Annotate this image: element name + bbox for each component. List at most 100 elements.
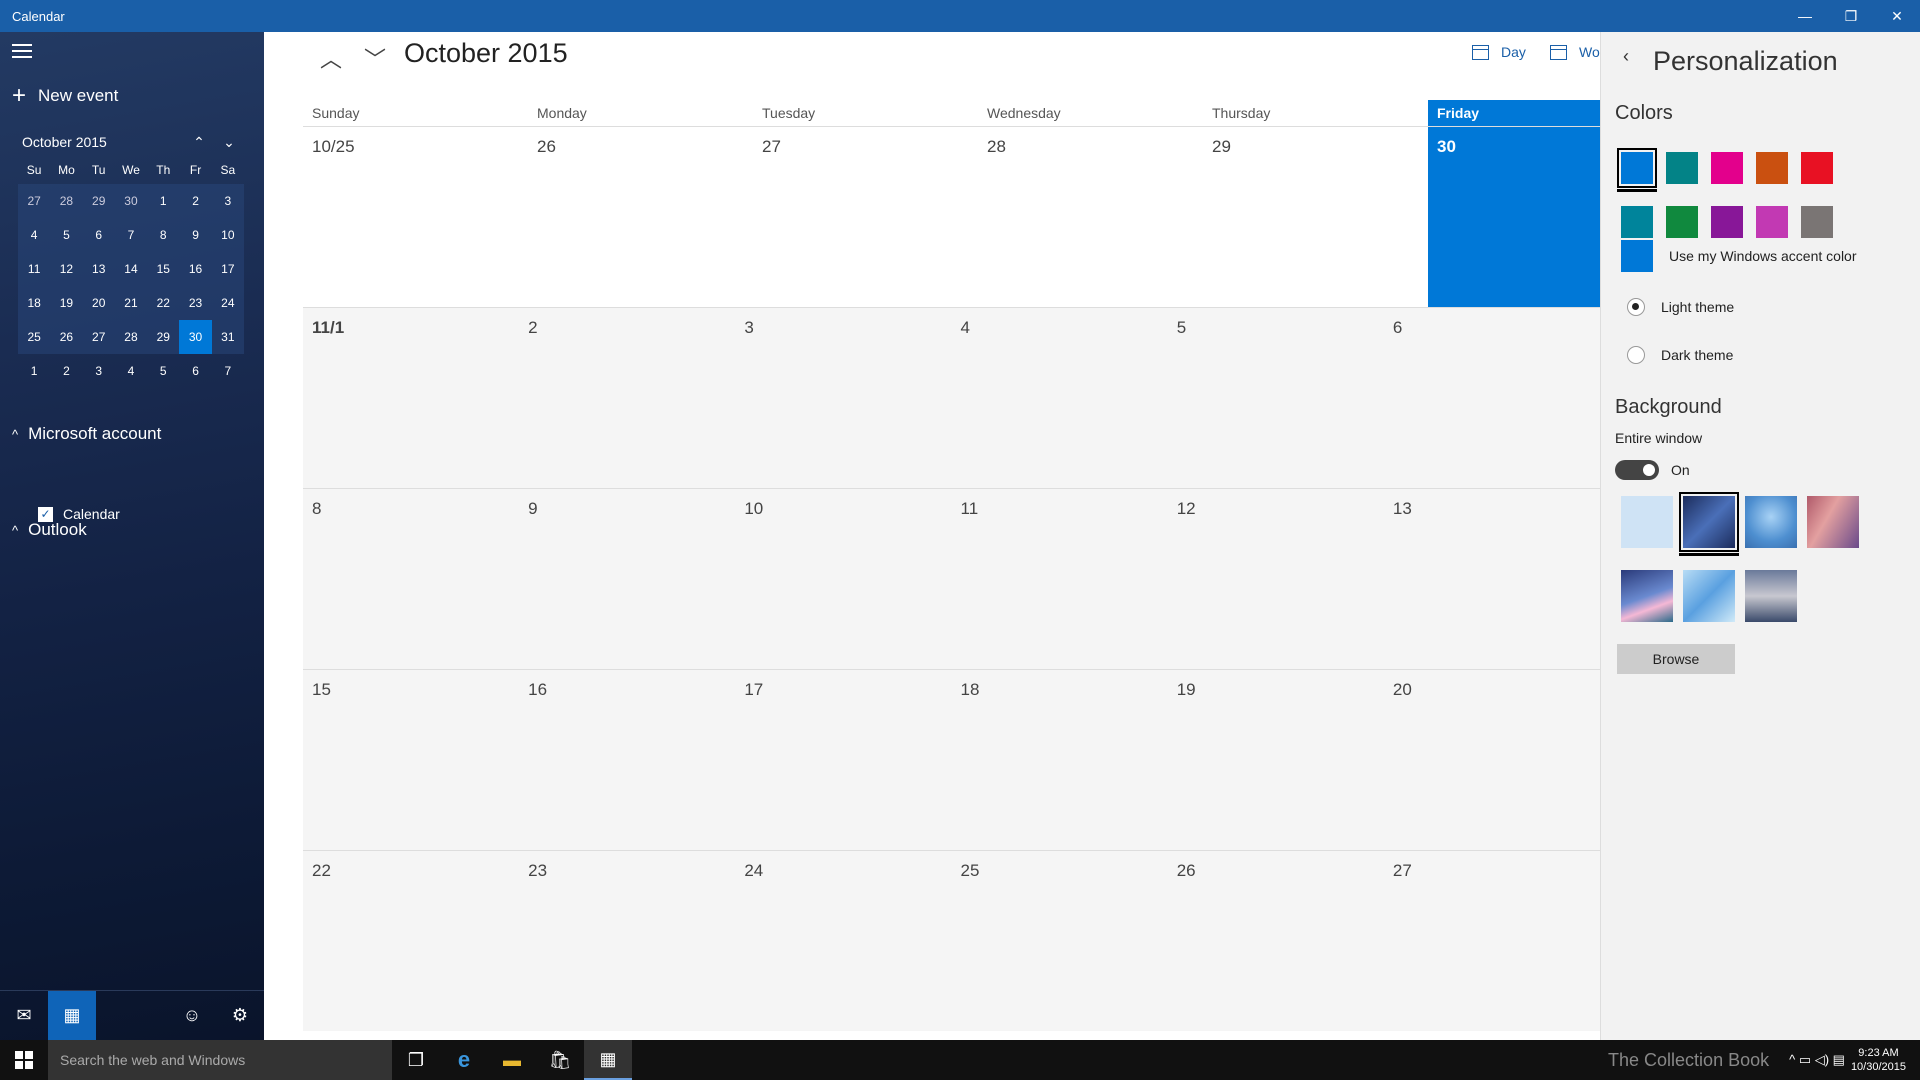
restore-button[interactable]: ❐ [1828,0,1874,32]
color-swatch[interactable] [1621,206,1653,238]
color-swatch[interactable] [1711,152,1743,184]
day-cell[interactable]: 10 [735,489,951,669]
day-cell[interactable]: 5 [1168,308,1384,488]
mini-calendar-month[interactable]: October 2015 [18,134,184,150]
mini-calendar-day[interactable]: 30 [114,184,148,218]
day-cell[interactable]: 11/1 [303,308,519,488]
day-cell[interactable]: 30 [1428,127,1600,307]
mini-calendar-day[interactable]: 5 [147,354,179,388]
day-cell[interactable]: 23 [519,851,735,1031]
mini-calendar-day[interactable]: 2 [179,184,212,218]
mini-calendar-day[interactable]: 6 [179,354,211,388]
mini-calendar-day[interactable]: 13 [82,252,115,286]
calendar-icon[interactable]: ▦ [48,990,96,1041]
day-cell[interactable]: 29 [1203,127,1428,307]
dark-theme-radio[interactable]: Dark theme [1627,346,1733,364]
store-icon[interactable]: 🛍 [536,1040,584,1080]
mini-calendar-day[interactable]: 10 [211,218,244,252]
mini-calendar-day[interactable]: 31 [211,320,244,354]
mini-calendar-day[interactable]: 28 [114,320,148,354]
day-cell[interactable]: 11 [952,489,1168,669]
mini-calendar-day[interactable]: 30 [179,320,212,354]
mini-calendar-day[interactable]: 5 [50,218,83,252]
day-cell[interactable]: 25 [952,851,1168,1031]
mini-calendar-day[interactable]: 3 [211,184,244,218]
mini-calendar-day[interactable]: 4 [18,218,51,252]
background-thumbnail-tree[interactable] [1745,496,1797,548]
minimize-button[interactable]: — [1782,0,1828,32]
new-event-button[interactable]: + New event [12,84,118,108]
day-cell[interactable]: 2 [519,308,735,488]
background-thumbnail-waves[interactable] [1621,570,1673,622]
back-arrow-icon[interactable]: ‹ [1623,46,1629,67]
feedback-smile-icon[interactable]: ☺ [168,991,216,1041]
previous-month-button[interactable]: ︿ [314,42,348,76]
mini-calendar-day[interactable]: 8 [147,218,180,252]
mini-calendar-day[interactable]: 25 [18,320,51,354]
account-microsoft[interactable]: ^ Microsoft account [12,424,161,444]
file-explorer-icon[interactable]: ▬ [488,1040,536,1080]
day-cell[interactable]: 24 [735,851,951,1031]
color-swatch[interactable] [1666,152,1698,184]
day-cell[interactable]: 12 [1168,489,1384,669]
mini-calendar-day[interactable]: 11 [18,252,51,286]
color-swatch[interactable] [1756,206,1788,238]
close-button[interactable]: ✕ [1874,0,1920,32]
day-cell[interactable]: 10/25 [303,127,528,307]
day-cell[interactable]: 3 [735,308,951,488]
mini-calendar-day[interactable]: 20 [82,286,115,320]
system-clock[interactable]: 9:23 AM 10/30/2015 [1851,1046,1906,1074]
mini-calendar-day[interactable]: 1 [147,184,180,218]
color-swatch[interactable] [1711,206,1743,238]
day-cell[interactable]: 4 [952,308,1168,488]
mini-calendar-day[interactable]: 28 [50,184,83,218]
task-view-icon[interactable]: ❐ [392,1040,440,1080]
day-cell[interactable]: 8 [303,489,519,669]
background-thumbnail-crystal[interactable] [1683,570,1735,622]
day-cell[interactable]: 26 [528,127,753,307]
color-swatch[interactable] [1756,152,1788,184]
system-tray-icons[interactable]: ^ ▭ ◁) ▤ [1789,1052,1845,1068]
start-button[interactable] [0,1040,48,1080]
edge-browser-icon[interactable]: e [440,1040,488,1080]
color-swatch[interactable] [1617,148,1657,192]
light-theme-radio[interactable]: Light theme [1627,298,1734,316]
entire-window-toggle[interactable]: On [1615,460,1690,480]
day-view-button[interactable]: Day [1472,44,1526,60]
mini-calendar-day[interactable]: 17 [211,252,244,286]
mini-calendar-day[interactable]: 1 [18,354,50,388]
day-cell[interactable]: 28 [978,127,1203,307]
mini-calendar-day[interactable]: 21 [114,286,148,320]
mini-calendar-day[interactable]: 14 [114,252,148,286]
day-cell[interactable]: 17 [735,670,951,850]
work-week-view-button[interactable]: Wor [1550,44,1604,60]
mini-calendar-day[interactable]: 26 [50,320,83,354]
hamburger-menu-icon[interactable] [12,44,32,60]
day-cell[interactable]: 19 [1168,670,1384,850]
background-thumbnail-canyon[interactable] [1807,496,1859,548]
day-cell[interactable]: 22 [303,851,519,1031]
day-cell[interactable]: 26 [1168,851,1384,1031]
background-thumbnail-plain[interactable] [1621,496,1673,548]
mail-icon[interactable]: ✉ [0,991,48,1041]
day-cell[interactable]: 27 [753,127,978,307]
mini-calendar-day[interactable]: 6 [82,218,115,252]
color-swatch[interactable] [1801,152,1833,184]
mini-calendar-day[interactable]: 7 [212,354,244,388]
mini-calendar-day[interactable]: 2 [50,354,82,388]
day-cell[interactable]: 13 [1384,489,1600,669]
account-outlook[interactable]: ^ Outlook [12,520,87,540]
mini-calendar-day[interactable]: 16 [179,252,212,286]
mini-calendar-day[interactable]: 23 [179,286,212,320]
calendar-app-icon[interactable]: ▦ [584,1040,632,1080]
color-swatch[interactable] [1666,206,1698,238]
day-cell[interactable]: 15 [303,670,519,850]
mini-calendar-day[interactable]: 18 [18,286,51,320]
mini-calendar-day[interactable]: 27 [82,320,115,354]
day-cell[interactable]: 20 [1384,670,1600,850]
day-cell[interactable]: 18 [952,670,1168,850]
mini-calendar-day[interactable]: 27 [18,184,51,218]
mini-calendar-day[interactable]: 9 [179,218,212,252]
mini-calendar-day[interactable]: 29 [147,320,180,354]
taskbar-search-box[interactable]: Search the web and Windows [48,1040,392,1080]
